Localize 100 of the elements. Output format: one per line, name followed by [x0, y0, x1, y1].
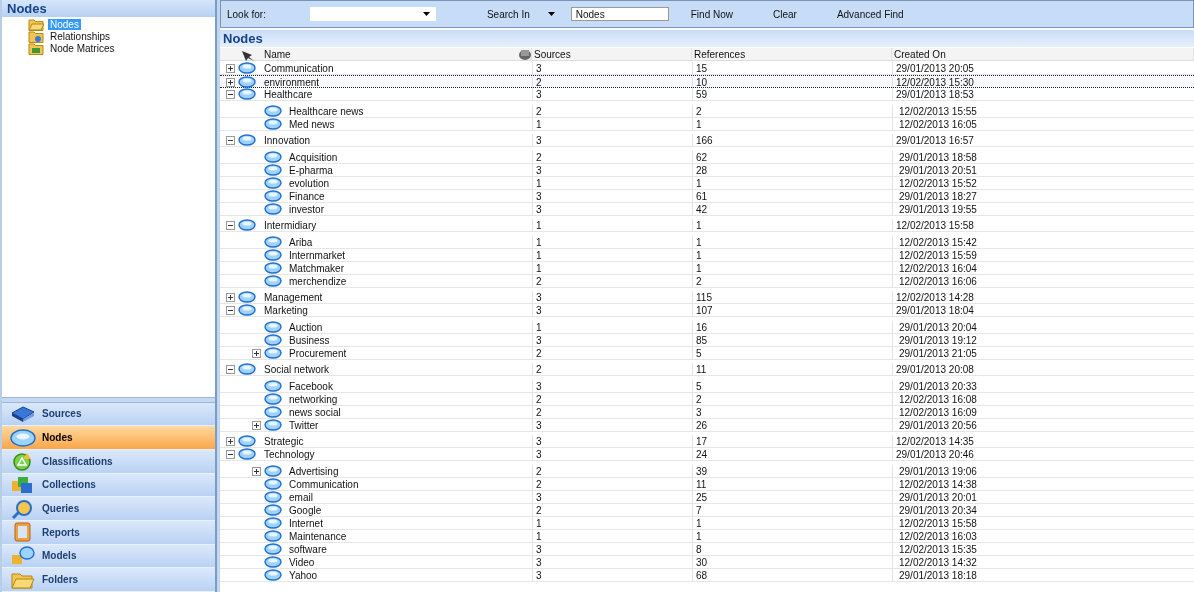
table-cell: Twitter [289, 419, 319, 431]
table-cell: 17 [692, 435, 892, 447]
table-cell: 12/02/2013 16:04 [892, 262, 1194, 274]
node-icon [238, 448, 256, 460]
node-icon [238, 134, 256, 146]
collapse-icon[interactable] [226, 305, 235, 315]
table-cell: 1 [692, 118, 892, 130]
table-cell: 29/01/2013 21:05 [892, 347, 1194, 359]
nav-button[interactable]: Models [2, 544, 215, 569]
node-icon [264, 556, 282, 568]
column-header[interactable]: Sources [534, 49, 571, 60]
table-cell: 1 [692, 219, 892, 231]
node-icon [264, 491, 282, 503]
table-cell: 3 [532, 88, 692, 100]
field-label: Search In [486, 8, 530, 20]
collapse-icon[interactable] [226, 89, 235, 99]
node-icon [264, 393, 282, 405]
dropdown-arrow-icon [547, 12, 555, 16]
database-icon [518, 48, 532, 61]
nav-button[interactable]: Nodes [2, 426, 215, 450]
collapse-icon[interactable] [226, 220, 235, 230]
node-icon [264, 419, 282, 431]
column-header[interactable]: Created On [894, 49, 946, 60]
table-cell: 85 [692, 334, 892, 346]
expand-icon[interactable] [226, 77, 235, 87]
table-cell: 2 [532, 393, 692, 405]
table-cell: Healthcare news [289, 105, 364, 117]
table-cell: 26 [692, 419, 892, 431]
expand-icon[interactable] [252, 348, 261, 358]
table-cell: 42 [692, 203, 892, 215]
toolbar-link[interactable]: Advanced Find [836, 8, 904, 20]
table-cell: 29/01/2013 20:05 [892, 62, 1194, 74]
table-cell: 62 [692, 151, 892, 163]
nav-button[interactable]: Reports [2, 520, 215, 545]
table-cell: 1 [692, 177, 892, 189]
collapse-icon[interactable] [226, 449, 235, 459]
look-for-field[interactable] [309, 7, 436, 21]
table-cell: 29/01/2013 16:57 [892, 134, 1194, 146]
table-cell: 68 [692, 569, 892, 581]
table-cell: 12/02/2013 15:35 [892, 543, 1194, 555]
tree-item[interactable]: Relationships [48, 30, 113, 42]
table-cell: 3 [532, 190, 692, 202]
table-cell: Marketing [264, 304, 308, 316]
search-in-field[interactable]: Nodes [570, 7, 669, 21]
table-cell: Matchmaker [289, 262, 344, 274]
node-icon [264, 105, 282, 117]
table-cell: Internmarket [289, 249, 346, 261]
expand-icon[interactable] [226, 292, 235, 302]
node-icon [264, 347, 282, 359]
table-cell: Video [289, 556, 315, 568]
nav-button[interactable]: Queries [2, 497, 215, 521]
column-header[interactable]: References [694, 49, 746, 60]
table-cell: 12/02/2013 14:35 [892, 435, 1194, 447]
table-cell: Technology [264, 448, 315, 460]
nav-button[interactable]: Collections [2, 473, 215, 498]
nav-button[interactable]: Classifications [2, 449, 215, 474]
table-cell: Advertising [289, 465, 339, 477]
table-cell: 5 [692, 380, 892, 392]
table-cell: 3 [532, 62, 692, 74]
toolbar-link[interactable]: Clear [773, 8, 797, 20]
nav-button[interactable]: Sources [2, 402, 215, 427]
table-cell: 2 [532, 105, 692, 117]
collapse-icon[interactable] [226, 135, 235, 145]
expand-icon[interactable] [226, 436, 235, 446]
table-cell: 29/01/2013 19:06 [892, 465, 1194, 477]
table-cell: 29/01/2013 18:04 [892, 304, 1194, 316]
expand-icon[interactable] [226, 63, 235, 73]
tree-item[interactable]: Node Matrices [48, 42, 117, 54]
node-icon [264, 543, 282, 555]
table-cell: 29/01/2013 18:27 [892, 190, 1194, 202]
table-cell: investor [289, 203, 324, 215]
table-cell: 2 [532, 478, 692, 490]
table-cell: 3 [532, 304, 692, 316]
toolbar-link[interactable]: Find Now [690, 8, 733, 20]
table-cell: 3 [532, 134, 692, 146]
expand-icon[interactable] [252, 420, 261, 430]
collapse-icon[interactable] [226, 364, 235, 374]
table-cell: 29/01/2013 20:33 [892, 380, 1194, 392]
table-cell: E-pharma [289, 164, 333, 176]
table-cell: Maintenance [289, 530, 347, 542]
table-cell: 29/01/2013 20:08 [892, 363, 1194, 375]
table-cell: Finance [289, 190, 325, 202]
node-icon [238, 363, 256, 375]
table-cell: Acquisition [289, 151, 338, 163]
table-cell: 29/01/2013 18:58 [892, 151, 1194, 163]
table-cell: software [289, 543, 327, 555]
expand-icon[interactable] [252, 466, 261, 476]
node-icon [264, 236, 282, 248]
table-cell: 3 [532, 435, 692, 447]
table-cell: 29/01/2013 19:12 [892, 334, 1194, 346]
column-header[interactable]: Name [264, 49, 291, 60]
table-cell: Healthcare [264, 88, 313, 100]
table-cell: 3 [532, 569, 692, 581]
table-cell: 12/02/2013 15:59 [892, 249, 1194, 261]
node-icon [264, 164, 282, 176]
table-cell: 2 [692, 105, 892, 117]
table-cell: 29/01/2013 20:34 [892, 504, 1194, 516]
nav-button[interactable]: Folders [2, 568, 215, 592]
table-cell: 1 [692, 262, 892, 274]
table-cell: 3 [532, 419, 692, 431]
